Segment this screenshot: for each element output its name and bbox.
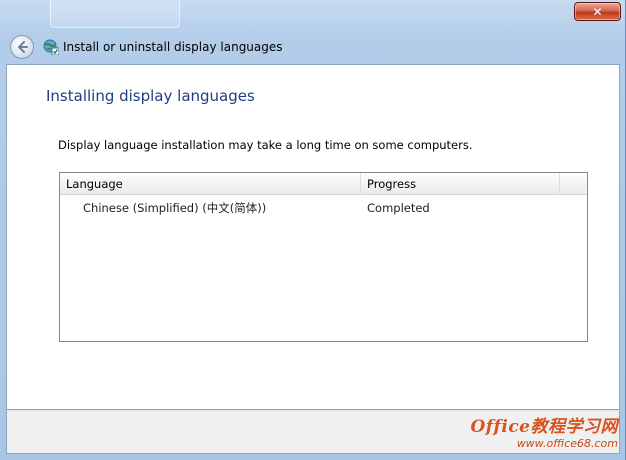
progress-cell: Completed bbox=[367, 200, 430, 215]
watermark-line-1: Office教程学习网 bbox=[470, 417, 618, 437]
list-header: Language Progress bbox=[60, 173, 587, 195]
watermark-logo: Office教程学习网 www.office68.com bbox=[470, 412, 618, 450]
back-arrow-icon bbox=[18, 41, 28, 53]
column-header-progress[interactable]: Progress bbox=[361, 173, 560, 195]
window-title: Install or uninstall display languages bbox=[63, 40, 283, 54]
close-button[interactable]: ✕ bbox=[574, 2, 621, 21]
background-window-ghost bbox=[50, 0, 180, 28]
language-cell: Chinese (Simplified) (中文(简体)) bbox=[83, 200, 267, 215]
list-item[interactable]: Chinese (Simplified) (中文(简体)) Completed bbox=[60, 197, 587, 218]
close-icon: ✕ bbox=[592, 4, 603, 19]
back-button[interactable] bbox=[10, 35, 34, 59]
content-panel: Installing display languages Display lan… bbox=[6, 64, 620, 410]
page-title: Installing display languages bbox=[46, 87, 255, 105]
navigation-bar: Install or uninstall display languages bbox=[6, 30, 620, 64]
watermark-line-2: www.office68.com bbox=[516, 437, 618, 450]
description-text: Display language installation may take a… bbox=[58, 138, 473, 152]
column-header-filler bbox=[560, 173, 587, 195]
globe-language-icon bbox=[43, 39, 59, 55]
language-progress-list[interactable]: Language Progress Chinese (Simplified) (… bbox=[59, 172, 588, 342]
column-header-language[interactable]: Language bbox=[60, 173, 361, 195]
